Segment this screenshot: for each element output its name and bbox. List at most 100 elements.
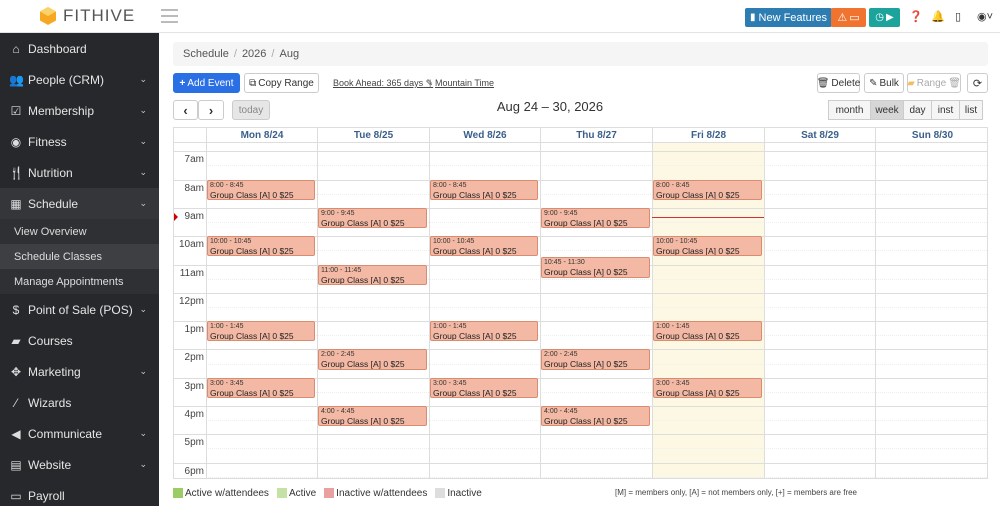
range-button[interactable]: ▰ Range 🗑 (907, 73, 961, 93)
user-menu-icon[interactable]: ◉˅ (977, 10, 993, 23)
calendar-event[interactable]: 3:00 - 3:45 Group Class [A] 0 $25 (207, 377, 315, 398)
prev-week-button[interactable]: ‹ (173, 100, 198, 120)
sidebar-item-nutrition[interactable]: 🍴 Nutrition ⌄ (0, 157, 159, 188)
now-indicator-line (652, 217, 764, 219)
calendar-event[interactable]: 4:00 - 4:45 Group Class [A] 0 $25 (541, 406, 650, 427)
refresh-button[interactable]: ⟳ (967, 73, 988, 93)
calendar-event[interactable]: 10:00 - 10:45 Group Class [A] 0 $25 (207, 236, 315, 257)
bell-icon[interactable]: 🔔 (931, 10, 945, 23)
sidebar-item-point-of-sale-pos[interactable]: $ Point of Sale (POS) ⌄ (0, 294, 159, 325)
new-features-button[interactable]: ▮ New Features (745, 8, 832, 27)
event-time: 10:00 - 10:45 (656, 238, 698, 246)
event-time: 8:00 - 8:45 (656, 181, 690, 189)
menu-toggle-icon[interactable] (161, 9, 178, 27)
breadcrumb-schedule[interactable]: Schedule (183, 48, 229, 60)
view-month-button[interactable]: month (828, 100, 871, 120)
calendar-event[interactable]: 1:00 - 1:45 Group Class [A] 0 $25 (653, 321, 762, 342)
calendar-event[interactable]: 4:00 - 4:45 Group Class [A] 0 $25 (318, 406, 427, 427)
sidebar-item-people-crm[interactable]: 👥 People (CRM) ⌄ (0, 64, 159, 95)
sidebar-item-label: Nutrition (28, 165, 73, 180)
mobile-icon[interactable]: ▯ (955, 10, 961, 23)
edit-icon: ✎ (869, 77, 878, 89)
sidebar-item-courses[interactable]: ▰ Courses (0, 325, 159, 356)
event-name: Group Class [A] 0 $25 (544, 359, 628, 370)
sidebar-item-marketing[interactable]: ✥ Marketing ⌄ (0, 356, 159, 387)
sidebar-item-communicate[interactable]: ◀ Communicate ⌄ (0, 418, 159, 449)
calendar-event[interactable]: 10:00 - 10:45 Group Class [A] 0 $25 (430, 236, 538, 257)
event-name: Group Class [A] 0 $25 (544, 416, 628, 426)
time-label: 8am (184, 182, 204, 194)
add-event-button[interactable]: + Add Event (173, 73, 240, 93)
calendar-event[interactable]: 1:00 - 1:45 Group Class [A] 0 $25 (207, 321, 315, 342)
calendar-event[interactable]: 9:00 - 9:45 Group Class [A] 0 $25 (541, 207, 650, 229)
timezone-link[interactable]: Mountain Time (435, 78, 494, 88)
wand-icon: ⁄ (14, 395, 17, 410)
sidebar-subitem-view-overview[interactable]: View Overview (0, 219, 159, 244)
time-label: 1pm (184, 324, 204, 336)
hexagon-logo-icon (40, 7, 56, 25)
top-bar: FITHIVE ▮ New Features ⚠ ▭ ◷ ▶ ❓ 🔔 ▯ ◉˅ (0, 0, 1000, 33)
day-column-divider (540, 143, 541, 478)
sidebar-item-payroll[interactable]: ▭ Payroll (0, 480, 159, 506)
time-label: 2pm (184, 352, 204, 364)
plus-icon: + (179, 77, 186, 89)
sidebar-item-label: Schedule (28, 196, 79, 211)
calendar-body: 6am7am8am9am10am11am12pm1pm2pm3pm4pm5pm6… (174, 143, 987, 478)
copy-range-button[interactable]: ⧉ Copy Range (244, 73, 319, 93)
bulk-button[interactable]: ✎ Bulk (864, 73, 904, 93)
breadcrumb-year[interactable]: 2026 (242, 48, 266, 60)
time-label: 11am (179, 267, 204, 279)
sidebar-item-label: Wizards (28, 395, 72, 410)
sidebar-item-label: Courses (28, 333, 73, 348)
calendar-event[interactable]: 10:45 - 11:30 Group Class [A] 0 $25 (541, 257, 650, 278)
next-week-button[interactable]: › (198, 100, 224, 120)
legend-item: Inactive (435, 488, 482, 499)
sidebar-item-website[interactable]: ▤ Website ⌄ (0, 449, 159, 480)
event-name: Group Class [A] 0 $25 (210, 246, 294, 257)
day-column-divider (764, 143, 765, 478)
day-column-divider (875, 143, 876, 478)
calendar-event[interactable]: 8:00 - 8:45 Group Class [A] 0 $25 (207, 179, 315, 200)
refresh-icon: ⟳ (972, 77, 983, 90)
sidebar-item-fitness[interactable]: ◉ Fitness ⌄ (0, 126, 159, 157)
calendar-event[interactable]: 11:00 - 11:45 Group Class [A] 0 $25 (318, 264, 427, 285)
calendar-event[interactable]: 3:00 - 3:45 Group Class [A] 0 $25 (430, 377, 538, 398)
help-icon[interactable]: ❓ (909, 10, 923, 23)
calendar-event[interactable]: 8:00 - 8:45 Group Class [A] 0 $25 (653, 179, 762, 200)
view-week-button[interactable]: week (870, 100, 904, 120)
calendar-event[interactable]: 8:00 - 8:45 Group Class [A] 0 $25 (430, 179, 538, 200)
sidebar-item-label: Dashboard (28, 41, 87, 56)
dollar-icon: $ (12, 302, 20, 317)
time-label: 5pm (184, 437, 204, 449)
calendar-event[interactable]: 1:00 - 1:45 Group Class [A] 0 $25 (430, 321, 538, 342)
event-name: Group Class [A] 0 $25 (321, 217, 405, 228)
today-button[interactable]: today (232, 100, 270, 120)
calendar-event[interactable]: 10:00 - 10:45 Group Class [A] 0 $25 (653, 236, 762, 257)
brand-logo[interactable]: FITHIVE (38, 6, 135, 26)
sidebar-subitem-manage-appointments[interactable]: Manage Appointments (0, 269, 159, 294)
calendar-event[interactable]: 2:00 - 2:45 Group Class [A] 0 $25 (318, 349, 427, 370)
calendar-event[interactable]: 9:00 - 9:45 Group Class [A] 0 $25 (318, 207, 427, 229)
sidebar-item-membership[interactable]: ☑ Membership ⌄ (0, 95, 159, 126)
hour-gridline (174, 151, 987, 153)
view-day-button[interactable]: day (903, 100, 932, 120)
sidebar-subitem-schedule-classes[interactable]: Schedule Classes (0, 244, 159, 269)
book-icon: ▰ (11, 333, 21, 348)
calendar-event[interactable]: 3:00 - 3:45 Group Class [A] 0 $25 (653, 377, 762, 398)
alert-billing-button[interactable]: ⚠ ▭ (831, 8, 866, 27)
event-time: 1:00 - 1:45 (433, 323, 467, 331)
timer-play-button[interactable]: ◷ ▶ (869, 8, 900, 27)
sidebar-item-wizards[interactable]: ⁄ Wizards (0, 387, 159, 418)
hour-gridline (174, 292, 987, 294)
calendar-event[interactable]: 2:00 - 2:45 Group Class [A] 0 $25 (541, 349, 650, 370)
sidebar-item-dashboard[interactable]: ⌂ Dashboard (0, 33, 159, 64)
delete-button[interactable]: 🗑 Delete (817, 73, 860, 93)
sidebar-item-schedule[interactable]: ▦ Schedule ⌄ (0, 188, 159, 219)
event-time: 4:00 - 4:45 (321, 408, 355, 415)
book-ahead-link[interactable]: Book Ahead: 365 days ✎ (333, 78, 433, 89)
day-header: Wed 8/26 (429, 128, 540, 143)
view-inst-button[interactable]: inst (931, 100, 960, 120)
legend-label: Inactive w/attendees (336, 487, 428, 499)
chevron-down-icon: ⌄ (139, 198, 147, 208)
view-list-button[interactable]: list (959, 100, 983, 120)
